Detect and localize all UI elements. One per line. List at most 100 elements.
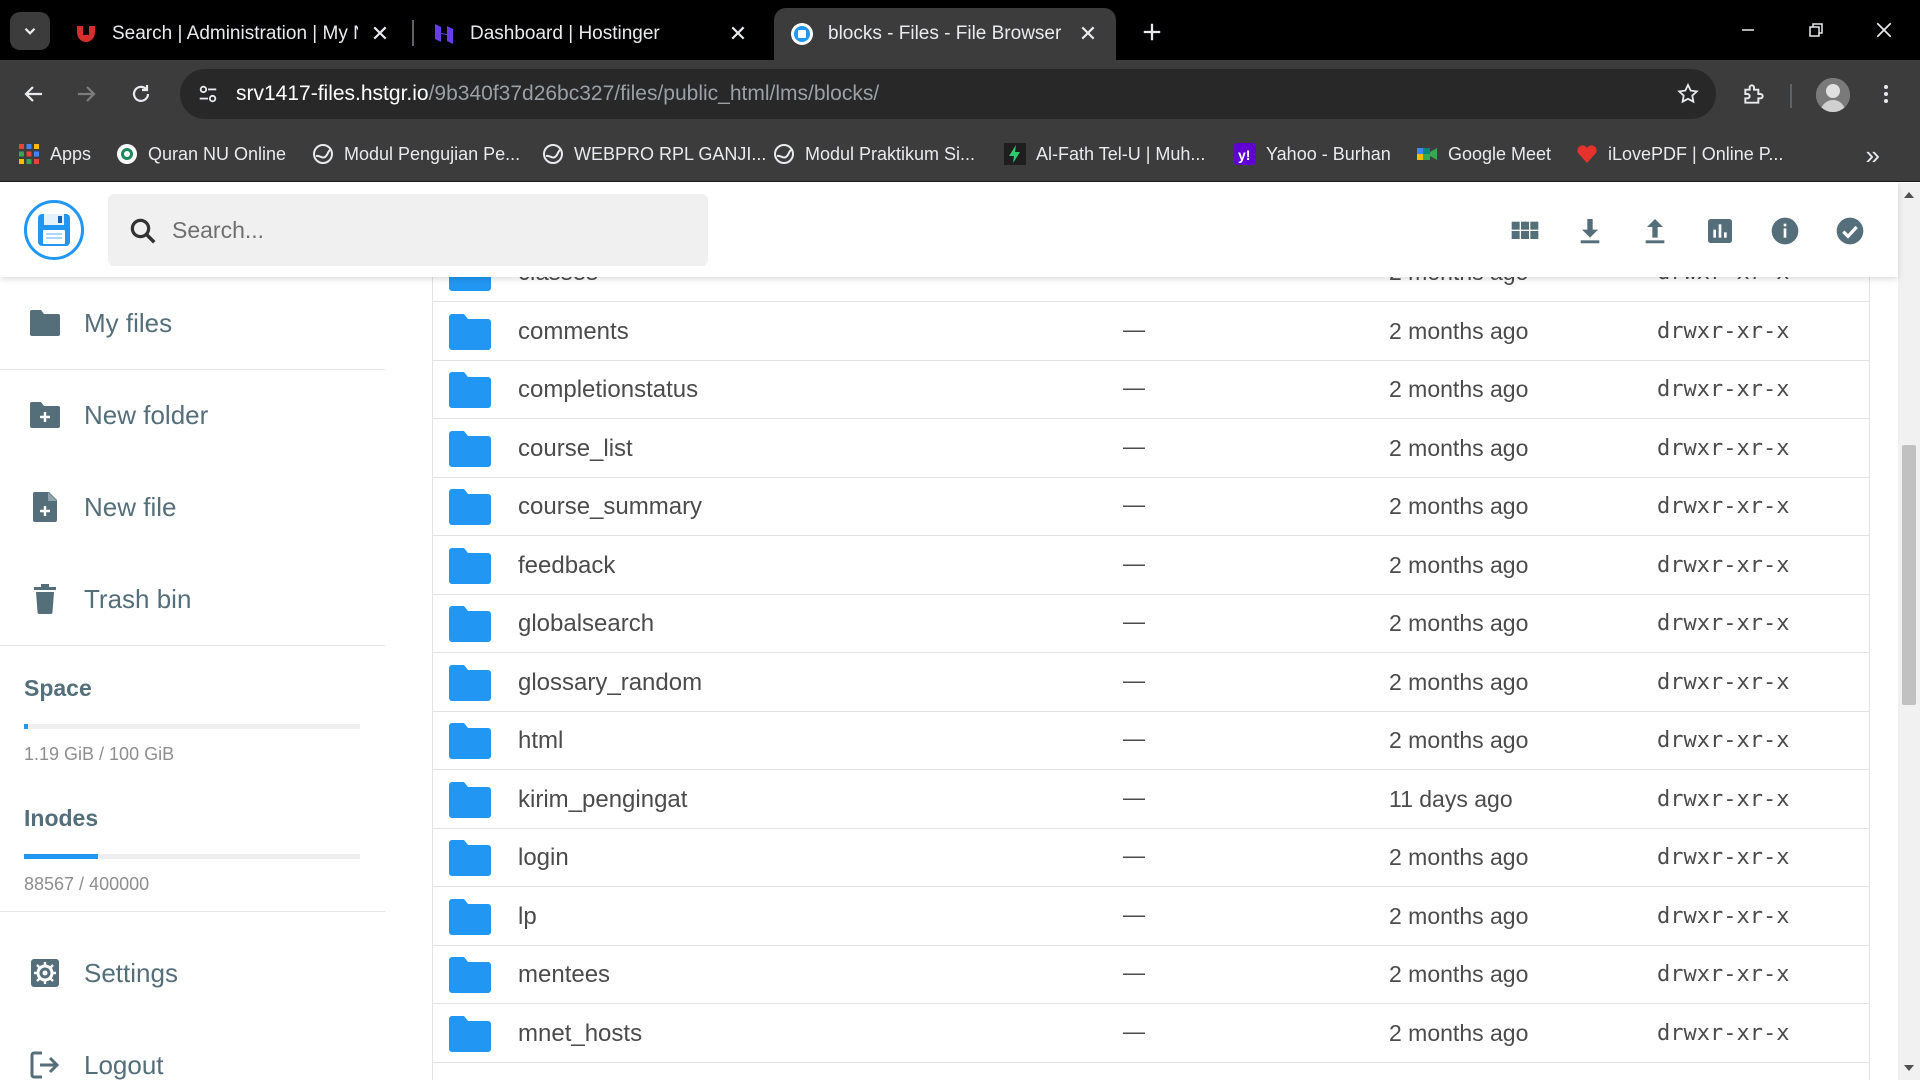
search-bar[interactable] — [108, 194, 708, 266]
file-row[interactable]: lp — 2 months ago drwxr-xr-x — [433, 888, 1869, 946]
file-row[interactable]: glossary_random — 2 months ago drwxr-xr-x — [433, 654, 1869, 712]
reload-button[interactable] — [121, 74, 161, 114]
logout-icon — [28, 1048, 62, 1080]
close-tab-icon[interactable]: ✕ — [1076, 21, 1100, 46]
browser-tab-administration[interactable]: Search | Administration | My Ne ✕ — [58, 8, 408, 60]
search-icon — [130, 218, 156, 244]
bookmark-webpro[interactable]: WEBPRO RPL GANJI... — [542, 138, 766, 170]
alfath-icon — [1004, 143, 1026, 165]
file-row[interactable]: html — 2 months ago drwxr-xr-x — [433, 712, 1869, 770]
file-row[interactable]: completionstatus — 2 months ago drwxr-xr-x — [433, 361, 1869, 419]
file-row[interactable]: mentees — 2 months ago drwxr-xr-x — [433, 946, 1869, 1004]
file-row[interactable]: course_summary — 2 months ago drwxr-xr-x — [433, 478, 1869, 536]
bookmark-quran-nu[interactable]: Quran NU Online — [116, 138, 286, 170]
search-input[interactable] — [172, 210, 672, 250]
disk-usage-button[interactable] — [1698, 209, 1742, 253]
sidebar-item-new-folder[interactable]: New folder — [0, 369, 385, 461]
minimize-button[interactable] — [1724, 10, 1772, 50]
upload-button[interactable] — [1633, 209, 1677, 253]
site-info-icon[interactable] — [192, 78, 224, 110]
quran-nu-icon — [116, 143, 138, 165]
close-tab-icon[interactable]: ✕ — [726, 21, 750, 46]
folder-icon — [449, 313, 491, 350]
bookmark-label: Apps — [50, 143, 92, 164]
url-path: /9b340f37d26bc327/files/public_html/lms/… — [428, 82, 880, 105]
file-row[interactable]: feedback — 2 months ago drwxr-xr-x — [433, 537, 1869, 595]
file-row[interactable]: login — 2 months ago drwxr-xr-x — [433, 829, 1869, 887]
apps-grid-icon — [18, 143, 40, 165]
bookmark-al-fath[interactable]: Al-Fath Tel-U | Muh... — [1004, 138, 1205, 170]
chevron-down-icon — [24, 27, 36, 35]
bookmark-google-meet[interactable]: Google Meet — [1416, 138, 1551, 170]
file-name: lp — [518, 902, 537, 930]
plus-icon — [1143, 23, 1161, 41]
file-modified: 2 months ago — [1389, 961, 1529, 987]
file-permissions: drwxr-xr-x — [1657, 435, 1790, 461]
info-button[interactable] — [1763, 209, 1807, 253]
info-icon — [1771, 217, 1799, 245]
browser-menu-button[interactable] — [1866, 74, 1906, 114]
bookmark-label: Modul Praktikum Si... — [805, 143, 976, 164]
close-tab-icon[interactable]: ✕ — [368, 21, 392, 46]
puzzle-icon — [1744, 84, 1764, 104]
file-permissions: drwxr-xr-x — [1657, 611, 1790, 636]
file-row[interactable]: course_list — 2 months ago drwxr-xr-x — [433, 420, 1869, 478]
forward-button[interactable] — [66, 74, 106, 114]
sidebar-divider — [0, 645, 385, 646]
sidebar-item-new-file[interactable]: New file — [0, 461, 385, 553]
scrollbar-thumb[interactable] — [1902, 445, 1916, 705]
scroll-down-arrow-icon[interactable] — [1898, 1060, 1920, 1076]
tab-search-button[interactable] — [10, 12, 50, 50]
file-listing: classes—2 months agodrwxr-xr-xcomments—2… — [432, 255, 1870, 1080]
download-button[interactable] — [1568, 209, 1612, 253]
close-window-button[interactable] — [1860, 10, 1908, 50]
tab-separator — [412, 20, 414, 46]
extensions-button[interactable] — [1734, 74, 1774, 114]
file-size: — — [1123, 843, 1145, 868]
file-modified: 2 months ago — [1389, 317, 1529, 344]
browser-tab-hostinger[interactable]: Dashboard | Hostinger ✕ — [416, 8, 766, 60]
url-text[interactable]: srv1417-files.hstgr.io/9b340f37d26bc327/… — [236, 82, 879, 106]
new-tab-button[interactable] — [1134, 14, 1170, 50]
sidebar-item-my-files[interactable]: My files — [0, 277, 385, 369]
sidebar-item-logout[interactable]: Logout — [0, 1019, 385, 1080]
folder-icon — [449, 606, 491, 642]
switch-view-button[interactable] — [1503, 209, 1547, 253]
file-name: kirim_pengingat — [518, 785, 688, 813]
select-multiple-button[interactable] — [1828, 209, 1872, 253]
folder-icon — [449, 898, 491, 935]
browser-tab-filebrowser[interactable]: blocks - Files - File Browser ✕ — [774, 8, 1116, 60]
bookmark-ilovepdf[interactable]: iLovePDF | Online P... — [1576, 138, 1783, 170]
scroll-up-arrow-icon[interactable] — [1898, 187, 1920, 203]
bookmark-star-icon[interactable] — [1674, 80, 1702, 108]
sidebar-item-settings[interactable]: Settings — [0, 927, 385, 1019]
file-row[interactable]: kirim_pengingat — 11 days ago drwxr-xr-x — [433, 771, 1869, 829]
inodes-quota-title: Inodes — [24, 805, 99, 831]
bookmark-modul-praktikum[interactable]: Modul Praktikum Si... — [773, 138, 975, 170]
file-modified: 2 months ago — [1389, 902, 1529, 929]
inodes-quota-bar — [24, 854, 360, 859]
page-scrollbar[interactable] — [1898, 183, 1920, 1080]
back-button[interactable] — [14, 74, 54, 114]
file-size: — — [1123, 492, 1145, 517]
folder-icon — [449, 489, 491, 525]
bookmarks-overflow-icon[interactable]: » — [1866, 140, 1880, 171]
bookmark-modul-pengujian[interactable]: Modul Pengujian Pe... — [312, 138, 520, 170]
filebrowser-logo[interactable] — [24, 200, 84, 260]
file-row[interactable]: mnet_hosts — 2 months ago drwxr-xr-x — [433, 1005, 1869, 1063]
space-quota-title: Space — [24, 675, 92, 701]
address-bar[interactable]: srv1417-files.hstgr.io/9b340f37d26bc327/… — [180, 69, 1716, 119]
bookmark-apps[interactable]: Apps — [18, 138, 91, 170]
file-permissions: drwxr-xr-x — [1657, 1020, 1790, 1046]
file-row[interactable]: globalsearch — 2 months ago drwxr-xr-x — [433, 595, 1869, 653]
filebrowser-logo-icon — [790, 22, 814, 46]
bookmark-yahoo[interactable]: y! Yahoo - Burhan — [1234, 138, 1391, 170]
profile-avatar[interactable] — [1816, 78, 1850, 112]
file-modified: 2 months ago — [1389, 668, 1529, 695]
restore-button[interactable] — [1792, 10, 1840, 50]
sidebar-item-label: New folder — [84, 399, 209, 430]
file-row[interactable]: comments — 2 months ago drwxr-xr-x — [433, 303, 1869, 361]
more-vertical-icon — [1884, 85, 1888, 103]
sidebar-item-trash-bin[interactable]: Trash bin — [0, 553, 385, 645]
file-size: — — [1123, 375, 1145, 400]
